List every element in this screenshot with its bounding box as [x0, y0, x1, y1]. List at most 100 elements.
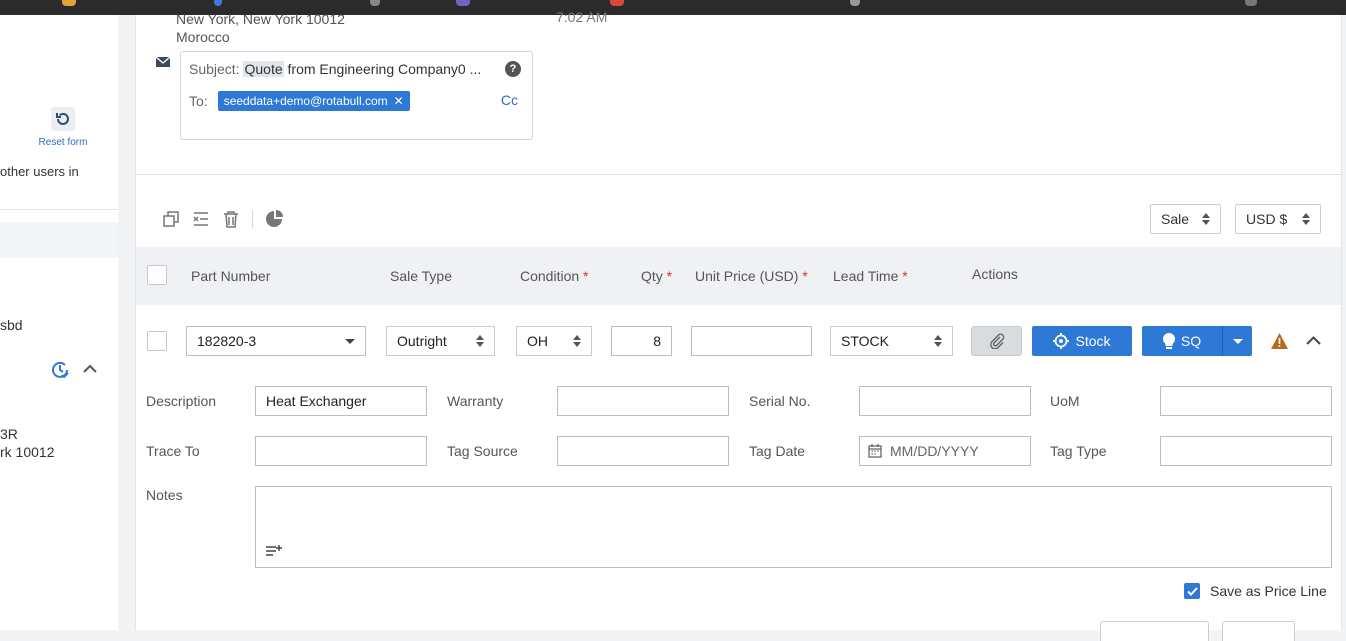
- left-address-line1: 3R: [0, 426, 18, 442]
- save-as-price-line-checkbox[interactable]: [1184, 583, 1200, 599]
- mail-icon: [156, 57, 170, 67]
- qty-input[interactable]: 8: [611, 326, 672, 356]
- attach-button[interactable]: [971, 326, 1022, 356]
- pie-chart-icon[interactable]: [265, 210, 283, 228]
- header-condition: Condition *: [520, 268, 589, 284]
- footer-button[interactable]: [1100, 621, 1209, 641]
- header-qty-label: Qty: [641, 268, 663, 284]
- copy-icon[interactable]: [162, 210, 180, 228]
- schedule-check-icon[interactable]: [50, 359, 70, 379]
- header-sale-type: Sale Type: [390, 268, 453, 284]
- unit-price-input[interactable]: [691, 326, 812, 356]
- chevron-up-icon[interactable]: [82, 361, 98, 377]
- serial-label: Serial No.: [749, 393, 811, 409]
- sq-split-button[interactable]: SQ: [1142, 326, 1252, 356]
- sale-select-value: Sale: [1161, 211, 1190, 227]
- reset-form-label[interactable]: Reset form: [30, 137, 96, 148]
- reset-icon: [56, 112, 69, 125]
- stock-button[interactable]: Stock: [1032, 326, 1132, 356]
- toolbar-separator: [252, 210, 253, 228]
- description-input[interactable]: Heat Exchanger: [255, 386, 427, 416]
- trash-icon[interactable]: [222, 210, 240, 228]
- sale-select[interactable]: Sale: [1150, 204, 1221, 234]
- condition-select[interactable]: OH: [516, 326, 592, 356]
- sq-button[interactable]: SQ: [1142, 326, 1223, 356]
- footer-button[interactable]: [1222, 621, 1295, 641]
- warning-icon[interactable]: [1271, 333, 1288, 349]
- tag-date-label: Tag Date: [749, 443, 806, 459]
- required-mark: *: [802, 268, 808, 284]
- notes-label: Notes: [146, 487, 183, 503]
- lightbulb-icon: [1162, 333, 1175, 349]
- tab-favicon-icon: [456, 0, 470, 6]
- lead-time-value: STOCK: [841, 333, 889, 349]
- tag-date-input[interactable]: MM/DD/YYYY: [859, 436, 1031, 466]
- email-compose-box: Subject: Quote from Engineering Company0…: [180, 51, 533, 140]
- select-arrows-icon: [476, 335, 484, 347]
- tag-date-placeholder: MM/DD/YYYY: [890, 443, 979, 459]
- currency-select-value: USD $: [1246, 211, 1288, 227]
- required-mark: *: [902, 268, 908, 284]
- recipient-chip[interactable]: seeddata+demo@rotabull.com ✕: [217, 91, 410, 111]
- reset-form-button[interactable]: [51, 107, 75, 131]
- address-line2: Morocco: [176, 29, 230, 45]
- check-icon: [1186, 586, 1198, 596]
- cc-link[interactable]: Cc: [501, 92, 518, 108]
- part-number-value: 182820-3: [197, 333, 257, 349]
- warranty-input[interactable]: [557, 386, 729, 416]
- calendar-icon: [868, 444, 882, 458]
- help-icon[interactable]: ?: [505, 61, 521, 77]
- description-value: Heat Exchanger: [266, 393, 367, 409]
- header-part-number: Part Number: [191, 268, 271, 284]
- lead-time-select[interactable]: STOCK: [830, 326, 953, 356]
- trace-to-input[interactable]: [255, 436, 427, 466]
- select-all-checkbox[interactable]: [147, 265, 167, 285]
- save-as-price-line[interactable]: Save as Price Line: [1184, 583, 1327, 599]
- left-icon-group: [50, 359, 98, 379]
- line-toolbar: [162, 210, 283, 228]
- header-condition-label: Condition: [520, 268, 580, 284]
- to-label: To:: [189, 93, 208, 109]
- tag-type-input[interactable]: [1160, 436, 1332, 466]
- uom-label: UoM: [1050, 393, 1080, 409]
- tab-favicon-icon: [850, 0, 860, 6]
- sale-type-select[interactable]: Outright: [386, 326, 495, 356]
- subject-label: Subject:: [189, 61, 240, 77]
- header-unit-price-label: Unit Price (USD): [695, 268, 799, 284]
- time-text: 7:02 AM: [556, 9, 608, 25]
- stock-button-label: Stock: [1075, 333, 1111, 349]
- tab-favicon-icon: [1245, 0, 1257, 6]
- remove-lines-icon[interactable]: [192, 210, 210, 228]
- to-row: To: seeddata+demo@rotabull.com ✕: [189, 91, 410, 111]
- sq-dropdown-toggle[interactable]: [1223, 338, 1252, 344]
- add-notes-icon[interactable]: [266, 545, 282, 557]
- uom-input[interactable]: [1160, 386, 1332, 416]
- subject-row[interactable]: Subject: Quote from Engineering Company0…: [189, 61, 481, 77]
- tag-source-input[interactable]: [557, 436, 729, 466]
- tab-favicon-icon: [62, 0, 76, 6]
- remove-recipient-icon[interactable]: ✕: [394, 94, 404, 108]
- subject-text[interactable]: from Engineering Company0 ...: [284, 61, 482, 77]
- currency-select[interactable]: USD $: [1235, 204, 1321, 234]
- condition-value: OH: [527, 333, 548, 349]
- notes-textarea[interactable]: [255, 486, 1332, 568]
- description-label: Description: [146, 393, 217, 409]
- chevron-up-icon[interactable]: [1306, 334, 1321, 348]
- select-arrows-icon: [573, 335, 581, 347]
- header-lead-time-label: Lead Time: [833, 268, 899, 284]
- sq-button-label: SQ: [1180, 333, 1202, 349]
- header-unit-price: Unit Price (USD) *: [695, 268, 808, 284]
- sale-type-value: Outright: [397, 333, 447, 349]
- subject-highlight[interactable]: Quote: [243, 61, 284, 77]
- other-users-text: other users in: [0, 164, 79, 179]
- qty-value: 8: [653, 333, 661, 349]
- left-address-line2: rk 10012: [0, 444, 55, 460]
- section-divider: [136, 174, 1341, 175]
- row-checkbox[interactable]: [147, 331, 167, 351]
- header-actions: Actions: [972, 266, 1018, 282]
- address-line1: New York, New York 10012: [176, 11, 345, 27]
- serial-input[interactable]: [859, 386, 1031, 416]
- part-number-select[interactable]: 182820-3: [186, 326, 366, 356]
- reset-form-control[interactable]: Reset form: [30, 107, 96, 148]
- crosshair-icon: [1053, 333, 1070, 349]
